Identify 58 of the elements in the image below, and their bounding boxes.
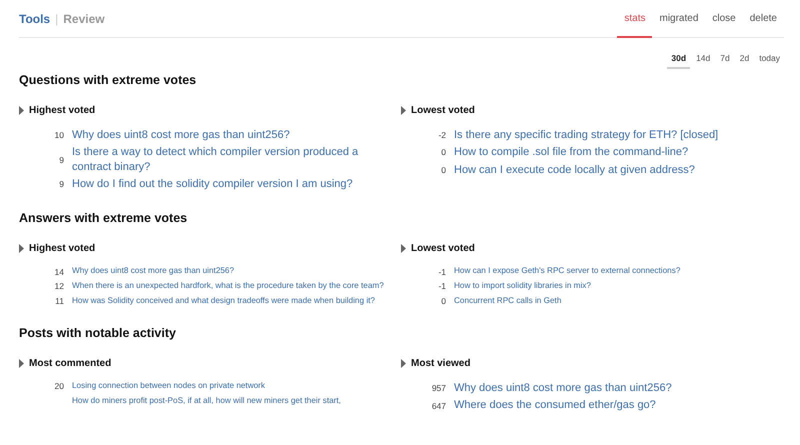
tools-link[interactable]: Tools <box>19 12 50 26</box>
post-link[interactable]: How to compile .sol file from the command-line? <box>454 145 688 160</box>
range-tab[interactable]: 7d <box>716 53 734 69</box>
triangle-icon <box>19 106 24 115</box>
post-link[interactable]: When there is an unexpected hardfork, what is the procedure taken by the core team? <box>72 280 384 292</box>
separator: | <box>55 12 58 26</box>
triangle-icon <box>401 359 406 368</box>
post-link[interactable]: How can I expose Geth's RPC server to external connections? <box>454 266 680 277</box>
count: 12 <box>54 281 64 292</box>
nav-tab[interactable]: migrated <box>652 13 706 38</box>
count: 957 <box>430 383 446 394</box>
list-heading: Lowest voted <box>411 105 475 116</box>
nav-tab[interactable]: delete <box>742 13 784 38</box>
list-heading: Lowest voted <box>411 243 475 254</box>
post-link[interactable]: How to import solidity libraries in mix? <box>454 280 591 292</box>
review-link[interactable]: Review <box>63 12 105 26</box>
triangle-icon <box>19 244 24 254</box>
post-link[interactable]: How can I execute code locally at given address? <box>454 162 695 177</box>
post-link[interactable]: Losing connection between nodes on private network <box>72 381 265 392</box>
triangle-icon <box>401 106 406 115</box>
range-tab[interactable]: 30d <box>667 53 690 69</box>
post-link[interactable]: How do I find out the solidity compiler version I am using? <box>72 176 353 192</box>
post-link[interactable]: Is there a way to detect which compiler version produced a contract binary? <box>72 145 392 174</box>
count: 9 <box>58 154 64 165</box>
count: 11 <box>54 296 64 306</box>
list-heading: Most viewed <box>411 358 470 370</box>
list-heading: Highest voted <box>29 105 96 116</box>
post-link[interactable]: Why does uint8 cost more gas than uint256? <box>72 266 234 277</box>
count: 9 <box>58 179 64 190</box>
count: 0 <box>440 147 446 158</box>
count: 10 <box>54 130 64 140</box>
post-link[interactable]: Where does the consumed ether/gas go? <box>454 398 656 413</box>
count: 0 <box>440 164 446 175</box>
section-heading: Posts with notable activity <box>19 326 177 340</box>
nav-tab[interactable]: close <box>705 13 743 38</box>
count: 20 <box>54 381 64 392</box>
count: 0 <box>440 296 446 306</box>
triangle-icon <box>401 244 406 254</box>
count: 647 <box>430 400 446 411</box>
count: 14 <box>54 266 64 277</box>
post-link[interactable]: Why does uint8 cost more gas than uint256? <box>72 128 290 142</box>
section-heading: Questions with extreme votes <box>19 73 198 87</box>
range-tab[interactable]: today <box>755 53 784 69</box>
range-tab[interactable]: 2d <box>736 53 754 69</box>
triangle-icon <box>19 359 24 368</box>
post-link[interactable]: Is there any specific trading strategy for ETH? [closed] <box>454 128 718 142</box>
post-link[interactable]: Why does uint8 cost more gas than uint256? <box>454 381 672 396</box>
count: -2 <box>437 130 446 140</box>
section-heading: Answers with extreme votes <box>19 211 188 226</box>
count: -1 <box>437 266 446 277</box>
post-link[interactable]: How was Solidity conceived and what design tradeoffs were made when building it? <box>72 296 375 306</box>
post-link[interactable]: Concurrent RPC calls in Geth <box>454 296 562 306</box>
count: -1 <box>437 281 446 292</box>
range-tab[interactable]: 14d <box>692 53 714 69</box>
nav-tab[interactable]: stats <box>617 13 652 38</box>
list-heading: Highest voted <box>29 243 96 254</box>
post-link[interactable]: How do miners profit post-PoS, if at all, how will new miners get their start, <box>72 396 341 406</box>
list-heading: Most commented <box>29 358 112 370</box>
